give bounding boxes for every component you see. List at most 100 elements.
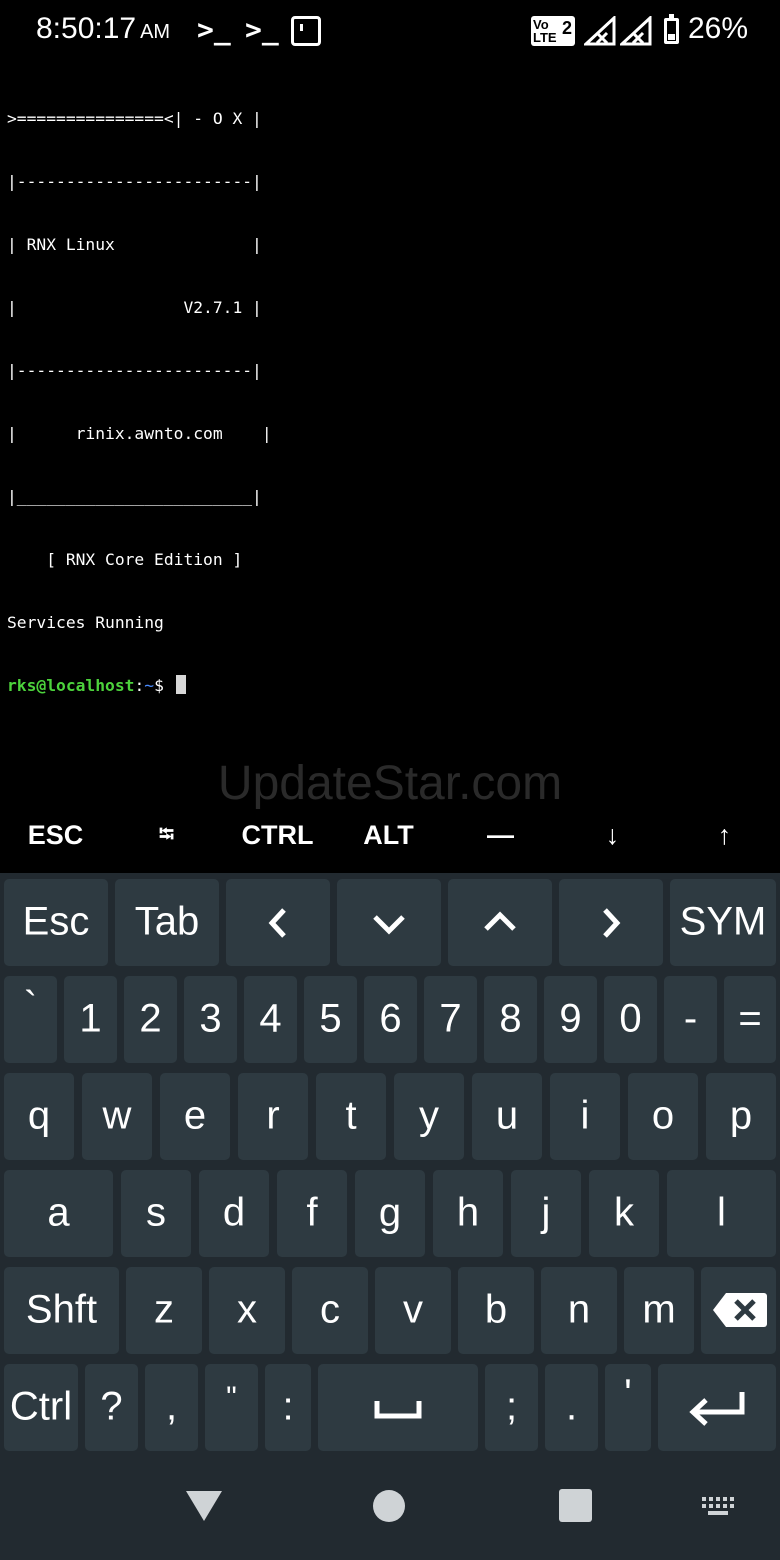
key-s[interactable]: s (121, 1170, 191, 1257)
chevron-right-icon (603, 908, 621, 938)
terminal-line: |------------------------| (7, 361, 262, 380)
key-9[interactable]: 9 (544, 976, 597, 1063)
chevron-down-icon (373, 915, 405, 935)
key-i[interactable]: i (550, 1073, 620, 1160)
key-r[interactable]: r (238, 1073, 308, 1160)
key-y[interactable]: y (394, 1073, 464, 1160)
key-v[interactable]: v (375, 1267, 451, 1354)
key-up-arrow[interactable] (448, 879, 552, 966)
key-x[interactable]: x (209, 1267, 285, 1354)
key-ctrl[interactable]: Ctrl (4, 1364, 78, 1451)
status-bar: 8:50:17 AM >_ >_ Vo LTE 2 26% (0, 0, 780, 64)
chevron-up-icon (484, 911, 516, 931)
key-u[interactable]: u (472, 1073, 542, 1160)
terminal-line: |------------------------| (7, 172, 262, 191)
prompt-separator: : (134, 676, 145, 695)
key-z[interactable]: z (126, 1267, 202, 1354)
key-minus[interactable]: - (664, 976, 717, 1063)
key-equals[interactable]: = (724, 976, 776, 1063)
status-time: 8:50:17 AM (36, 12, 171, 45)
terminal-line: |________________________| (7, 487, 262, 506)
prompt-symbol: $ (154, 676, 174, 695)
key-q[interactable]: q (4, 1073, 74, 1160)
terminal-window-icon (291, 16, 321, 46)
key-1[interactable]: 1 (64, 976, 117, 1063)
key-c[interactable]: c (292, 1267, 368, 1354)
key-p[interactable]: p (706, 1073, 776, 1160)
key-0[interactable]: 0 (604, 976, 657, 1063)
terminal-line: | V2.7.1 | (7, 298, 262, 317)
key-right-arrow[interactable] (559, 879, 663, 966)
recents-icon[interactable] (559, 1489, 592, 1522)
key-double-quote[interactable]: " (205, 1364, 258, 1451)
backspace-icon (713, 1293, 767, 1327)
key-space[interactable] (318, 1364, 478, 1451)
key-j[interactable]: j (511, 1170, 581, 1257)
extra-key-dash[interactable]: — (445, 808, 556, 864)
key-down-arrow[interactable] (337, 879, 441, 966)
key-g[interactable]: g (355, 1170, 425, 1257)
terminal-line: >===============<| - O X | (7, 109, 262, 128)
key-5[interactable]: 5 (304, 976, 357, 1063)
extra-key-tab[interactable]: ⭾ (111, 808, 222, 864)
enter-icon (689, 1392, 745, 1426)
home-icon[interactable] (373, 1490, 405, 1522)
key-o[interactable]: o (628, 1073, 698, 1160)
extra-key-esc[interactable]: ESC (0, 808, 111, 864)
key-e[interactable]: e (160, 1073, 230, 1160)
keyboard-switch-icon[interactable] (700, 1495, 738, 1517)
key-l[interactable]: l (667, 1170, 776, 1257)
key-3[interactable]: 3 (184, 976, 237, 1063)
key-h[interactable]: h (433, 1170, 503, 1257)
key-question[interactable]: ? (85, 1364, 138, 1451)
key-8[interactable]: 8 (484, 976, 537, 1063)
watermark: UpdateStar.com (217, 757, 563, 810)
prompt-user: rks@localhost (7, 676, 135, 695)
key-f[interactable]: f (277, 1170, 347, 1257)
extra-key-ctrl[interactable]: CTRL (222, 808, 333, 864)
extra-key-alt[interactable]: ALT (333, 808, 444, 864)
chevron-left-icon (268, 908, 286, 938)
shell-prompt[interactable]: rks@localhost:~$ (7, 675, 777, 696)
key-enter[interactable] (658, 1364, 776, 1451)
key-6[interactable]: 6 (364, 976, 417, 1063)
key-b[interactable]: b (458, 1267, 534, 1354)
extra-keys-bar: ESC ⭾ CTRL ALT — ↓ ↑ (0, 808, 780, 864)
key-colon[interactable]: : (265, 1364, 311, 1451)
key-w[interactable]: w (82, 1073, 152, 1160)
terminal-line: | RNX Linux | (7, 235, 262, 254)
key-d[interactable]: d (199, 1170, 269, 1257)
key-n[interactable]: n (541, 1267, 617, 1354)
back-icon[interactable] (186, 1491, 222, 1521)
extra-key-up-arrow[interactable]: ↑ (669, 808, 780, 864)
key-comma[interactable]: , (145, 1364, 198, 1451)
key-t[interactable]: t (316, 1073, 386, 1160)
key-backtick[interactable]: ` (4, 976, 57, 1063)
key-7[interactable]: 7 (424, 976, 477, 1063)
battery-percentage: 26% (688, 12, 749, 45)
terminal-prompt-icon: >_ (245, 13, 279, 46)
key-semicolon[interactable]: ; (485, 1364, 538, 1451)
extra-key-down-arrow[interactable]: ↓ (557, 808, 668, 864)
terminal-prompt-icon: >_ (197, 13, 231, 46)
signal-sim1-icon (584, 16, 616, 46)
terminal-line: | rinix.awnto.com | (7, 424, 272, 443)
key-left-arrow[interactable] (226, 879, 330, 966)
key-apostrophe[interactable]: ' (605, 1364, 651, 1451)
terminal-output[interactable]: >===============<| - O X | |------------… (7, 66, 777, 717)
key-sym[interactable]: SYM (670, 879, 776, 966)
battery-icon (664, 14, 679, 44)
key-backspace[interactable] (701, 1267, 776, 1354)
key-2[interactable]: 2 (124, 976, 177, 1063)
prompt-path: ~ (144, 676, 155, 695)
key-m[interactable]: m (624, 1267, 694, 1354)
key-esc[interactable]: Esc (4, 879, 108, 966)
navigation-bar (0, 1455, 780, 1560)
key-4[interactable]: 4 (244, 976, 297, 1063)
key-tab[interactable]: Tab (115, 879, 219, 966)
volte-icon: Vo LTE 2 (531, 16, 575, 46)
key-period[interactable]: . (545, 1364, 598, 1451)
key-a[interactable]: a (4, 1170, 113, 1257)
key-k[interactable]: k (589, 1170, 659, 1257)
key-shift[interactable]: Shft (4, 1267, 119, 1354)
